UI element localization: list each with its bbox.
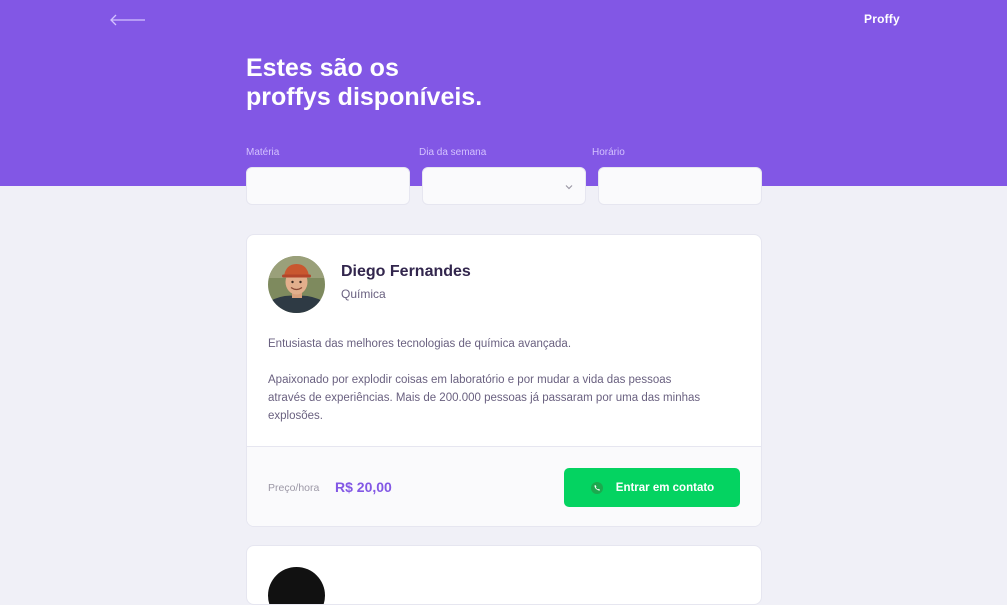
page-title-line-2: proffys disponíveis. bbox=[246, 83, 483, 111]
time-filter-field[interactable] bbox=[598, 167, 762, 205]
whatsapp-icon bbox=[590, 481, 603, 494]
teacher-bio-paragraph-2: Apaixonado por explodir coisas em labora… bbox=[268, 374, 701, 422]
time-filter-label: Horário bbox=[592, 147, 625, 158]
price-value: R$ 20,00 bbox=[335, 479, 392, 495]
page-title: Estes são os proffys disponíveis. bbox=[246, 54, 606, 112]
teacher-name: Diego Fernandes bbox=[341, 263, 471, 280]
weekday-filter-select[interactable] bbox=[422, 167, 586, 205]
subject-filter-field[interactable] bbox=[246, 167, 410, 205]
arrow-left-icon[interactable] bbox=[108, 12, 148, 28]
page-title-line-1: Estes são os bbox=[246, 54, 399, 82]
teacher-card bbox=[246, 545, 762, 605]
page-header: Proffy Estes são os proffys disponíveis.… bbox=[0, 0, 1007, 205]
contact-button-label: Entrar em contato bbox=[615, 481, 715, 494]
teacher-bio-paragraph-1: Entusiasta das melhores tecnologias de q… bbox=[268, 338, 572, 350]
teacher-card-footer: Preço/hora R$ 20,00 Entrar em contato bbox=[247, 446, 761, 526]
teacher-subject: Química bbox=[341, 287, 386, 301]
proffy-logo: Proffy bbox=[864, 12, 900, 26]
subject-filter-label: Matéria bbox=[246, 147, 280, 158]
time-filter-input[interactable] bbox=[599, 168, 761, 204]
chevron-down-icon bbox=[565, 185, 573, 190]
teacher-card: Diego Fernandes Química Entusiasta das m… bbox=[246, 234, 762, 527]
avatar bbox=[268, 256, 325, 313]
weekday-selected-value bbox=[423, 168, 585, 204]
weekday-filter-label: Dia da semana bbox=[419, 147, 487, 158]
contact-button[interactable]: Entrar em contato bbox=[564, 468, 740, 507]
teacher-bio: Entusiasta das melhores tecnologias de q… bbox=[268, 335, 708, 425]
subject-filter-input[interactable] bbox=[247, 168, 409, 204]
price-label: Preço/hora bbox=[268, 482, 320, 494]
